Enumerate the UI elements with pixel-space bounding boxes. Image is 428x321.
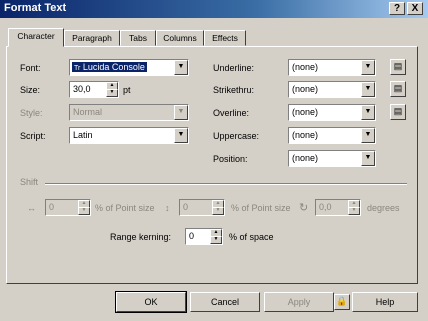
overline-dropdown-arrow-icon[interactable]: ▼ bbox=[361, 105, 375, 120]
strikethru-settings-icon[interactable]: ▤ bbox=[390, 81, 406, 97]
character-panel: Font: Tr Lucida Console ▼ Size: 30,0 ▲ ▼… bbox=[6, 46, 418, 284]
vertical-shift-down-icon: ▼ bbox=[212, 207, 224, 215]
size-unit: pt bbox=[123, 85, 131, 95]
close-button[interactable]: X bbox=[407, 2, 423, 15]
underline-label: Underline: bbox=[213, 63, 255, 73]
position-dropdown-arrow-icon[interactable]: ▼ bbox=[361, 151, 375, 166]
font-select[interactable]: Tr Lucida Console ▼ bbox=[69, 59, 189, 76]
uppercase-value: (none) bbox=[292, 130, 319, 140]
size-down-icon[interactable]: ▼ bbox=[106, 89, 118, 97]
range-kerning-unit: % of space bbox=[229, 232, 274, 242]
overline-settings-icon[interactable]: ▤ bbox=[390, 104, 406, 120]
apply-button: Apply bbox=[264, 292, 334, 312]
tab-columns[interactable]: Columns bbox=[156, 30, 204, 46]
range-kerning-stepper[interactable]: 0 ▲ ▼ bbox=[185, 228, 223, 245]
size-stepper[interactable]: 30,0 ▲ ▼ bbox=[69, 81, 119, 98]
range-kerning-down-icon[interactable]: ▼ bbox=[210, 236, 222, 244]
strikethru-select[interactable]: (none) ▼ bbox=[288, 81, 376, 98]
size-label: Size: bbox=[20, 85, 41, 95]
vertical-shift-unit: % of Point size bbox=[231, 203, 291, 213]
shift-label: Shift bbox=[20, 177, 39, 187]
font-value-text: Lucida Console bbox=[82, 62, 145, 72]
horizontal-shift-unit: % of Point size bbox=[95, 203, 155, 213]
font-value: Tr Lucida Console bbox=[72, 62, 147, 72]
angle-stepper: 0,0 ▲ ▼ bbox=[315, 199, 361, 216]
font-type-icon: Tr bbox=[74, 65, 81, 72]
uppercase-select[interactable]: (none) ▼ bbox=[288, 127, 376, 144]
vertical-shift-value: 0 bbox=[183, 202, 189, 212]
tab-character[interactable]: Character bbox=[8, 28, 64, 47]
range-kerning-label: Range kerning: bbox=[110, 232, 172, 242]
uppercase-label: Uppercase: bbox=[213, 131, 260, 141]
position-value: (none) bbox=[292, 153, 319, 163]
underline-settings-icon[interactable]: ▤ bbox=[390, 59, 406, 75]
rotate-icon: ↻ bbox=[299, 202, 309, 214]
size-value: 30,0 bbox=[73, 84, 91, 94]
script-dropdown-arrow-icon[interactable]: ▼ bbox=[174, 128, 188, 143]
lock-icon[interactable]: 🔒 bbox=[334, 294, 350, 310]
horizontal-shift-down-icon: ▼ bbox=[78, 207, 90, 215]
strikethru-value: (none) bbox=[292, 84, 319, 94]
tab-effects[interactable]: Effects bbox=[204, 30, 246, 46]
script-label: Script: bbox=[20, 131, 46, 141]
shift-separator bbox=[45, 183, 407, 185]
overline-value: (none) bbox=[292, 107, 319, 117]
script-select[interactable]: Latin ▼ bbox=[69, 127, 189, 144]
underline-value: (none) bbox=[292, 62, 319, 72]
cancel-button[interactable]: Cancel bbox=[190, 292, 260, 312]
script-value: Latin bbox=[73, 130, 93, 140]
title-bar: Format Text ? X bbox=[0, 0, 428, 18]
horizontal-shift-value: 0 bbox=[49, 202, 55, 212]
horizontal-shift-icon: ↔ bbox=[27, 203, 36, 213]
help-title-button[interactable]: ? bbox=[389, 2, 405, 15]
vertical-shift-stepper: 0 ▲ ▼ bbox=[179, 199, 225, 216]
position-label: Position: bbox=[213, 154, 248, 164]
style-select: Normal ▼ bbox=[69, 104, 189, 121]
horizontal-shift-stepper: 0 ▲ ▼ bbox=[45, 199, 91, 216]
window-title: Format Text bbox=[4, 2, 67, 14]
underline-select[interactable]: (none) ▼ bbox=[288, 59, 376, 76]
vertical-shift-icon: ↕ bbox=[165, 203, 170, 213]
tab-tabs[interactable]: Tabs bbox=[120, 30, 156, 46]
font-label-text: Font: bbox=[20, 63, 41, 73]
font-dropdown-arrow-icon[interactable]: ▼ bbox=[174, 60, 188, 75]
angle-down-icon: ▼ bbox=[348, 207, 360, 215]
uppercase-dropdown-arrow-icon[interactable]: ▼ bbox=[361, 128, 375, 143]
tab-paragraph[interactable]: Paragraph bbox=[64, 30, 120, 46]
angle-unit: degrees bbox=[367, 203, 400, 213]
overline-label: Overline: bbox=[213, 108, 250, 118]
strikethru-label: Strikethru: bbox=[213, 85, 255, 95]
strikethru-dropdown-arrow-icon[interactable]: ▼ bbox=[361, 82, 375, 97]
style-value: Normal bbox=[73, 107, 103, 117]
position-select[interactable]: (none) ▼ bbox=[288, 150, 376, 167]
ok-button[interactable]: OK bbox=[115, 291, 187, 313]
underline-dropdown-arrow-icon[interactable]: ▼ bbox=[361, 60, 375, 75]
style-label: Style: bbox=[20, 108, 43, 118]
angle-value: 0,0 bbox=[319, 202, 332, 212]
range-kerning-value: 0 bbox=[189, 231, 195, 241]
overline-select[interactable]: (none) ▼ bbox=[288, 104, 376, 121]
font-label: Font: bbox=[20, 63, 41, 73]
help-button[interactable]: Help bbox=[352, 292, 418, 312]
style-dropdown-arrow-icon: ▼ bbox=[174, 105, 188, 120]
